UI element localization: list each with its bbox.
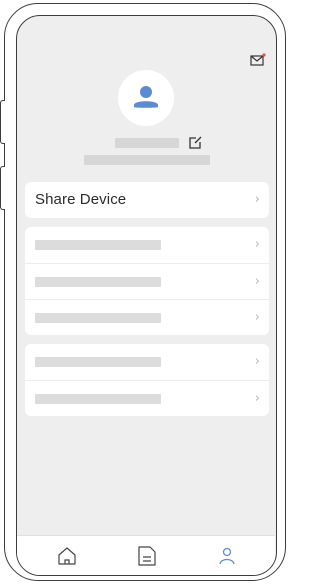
notification-dot (262, 53, 266, 57)
username-placeholder (115, 138, 179, 148)
menu-row-label-placeholder (35, 394, 161, 404)
menu-row[interactable]: › (25, 263, 269, 299)
chevron-right-icon: › (254, 237, 260, 252)
share-device-label: Share Device (35, 191, 127, 208)
chevron-right-icon: › (254, 192, 260, 207)
edit-icon[interactable] (187, 135, 203, 151)
share-device-row[interactable]: Share Device › (25, 182, 269, 218)
side-button-volume-down (0, 166, 5, 210)
mail-icon[interactable] (250, 53, 266, 67)
user-avatar-icon (134, 86, 158, 108)
chevron-right-icon: › (254, 274, 260, 289)
phone-screen: Share Device › › › › › › (16, 15, 277, 576)
chevron-right-icon: › (254, 354, 260, 369)
menu-card-group-1: › › › (25, 227, 269, 335)
menu-row-label-placeholder (35, 240, 161, 250)
person-icon[interactable] (215, 544, 239, 568)
user-subtitle-placeholder (84, 155, 210, 165)
home-icon[interactable] (55, 544, 79, 568)
chevron-right-icon: › (254, 391, 260, 406)
chevron-right-icon: › (254, 310, 260, 325)
menu-row[interactable]: › (25, 227, 269, 263)
menu-row-label-placeholder (35, 313, 161, 323)
avatar[interactable] (118, 70, 174, 126)
menu-row-label-placeholder (35, 277, 161, 287)
menu-card-share: Share Device › (25, 182, 269, 218)
menu-card-group-2: › › (25, 344, 269, 416)
side-button-volume-up (0, 100, 5, 144)
document-icon[interactable] (135, 544, 159, 568)
bottom-tab-bar (17, 535, 275, 575)
menu-row[interactable]: › (25, 344, 269, 380)
menu-row-label-placeholder (35, 357, 161, 367)
menu-row[interactable]: › (25, 380, 269, 416)
menu-row[interactable]: › (25, 299, 269, 335)
